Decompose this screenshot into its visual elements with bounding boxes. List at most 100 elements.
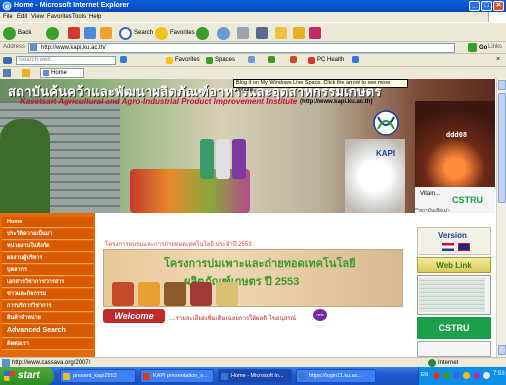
address-input[interactable]: http://www.kapi.ku.ac.th/ (28, 43, 455, 53)
minimize-button[interactable]: _ (469, 1, 480, 11)
back-button[interactable]: Back (3, 26, 31, 40)
taskbar-item-present[interactable]: present_kapi2553 (60, 369, 136, 383)
scrollbar-thumb[interactable] (498, 93, 506, 203)
live-onecare-button[interactable] (290, 56, 299, 63)
forward-button[interactable] (46, 26, 59, 40)
live-options-button[interactable] (352, 56, 361, 63)
gear-icon (352, 56, 359, 63)
toolbar-close-icon[interactable]: × (496, 56, 500, 63)
tray-app-icon[interactable] (473, 372, 480, 379)
thai-flag-icon[interactable] (442, 243, 454, 251)
tray-app-icon[interactable] (433, 372, 440, 379)
live-spaces-button[interactable]: Spaces (206, 56, 235, 65)
sidebar-item-publications[interactable]: เอกสารวิชาการ/วารสาร (2, 277, 93, 288)
tooltip: Blog it on My Windows Live Space. Click … (233, 79, 408, 93)
live-search-input[interactable]: Search web... (16, 56, 116, 65)
live-logo-icon (3, 57, 12, 64)
search-button[interactable]: Search (119, 26, 153, 40)
news-headline-link[interactable]: โครงการอบรมและการถ่ายทอดเทคโนโลยี ประจำป… (105, 239, 252, 249)
messenger-button[interactable] (293, 26, 305, 40)
sidebar-item-history[interactable]: ประวัติความเป็นมา (2, 229, 93, 240)
menu-view[interactable]: View (31, 13, 44, 21)
live-pchealth-button[interactable]: PC Health (308, 56, 344, 65)
system-tray: EN 7:53 (418, 367, 506, 385)
favorites-center-icon[interactable] (22, 69, 30, 77)
go-label: Go (479, 45, 488, 52)
page-icon (2, 359, 10, 367)
internet-zone-icon (428, 359, 436, 367)
promo-banner[interactable]: โครงการบ่มเพาะและถ่ายทอดเทคโนโลยี ผลิตภั… (103, 249, 403, 307)
sidebar-item-executives[interactable]: ผลงานผู้บริหาร (2, 253, 93, 264)
live-favorites-button[interactable]: Favorites (166, 56, 200, 65)
partner-link-banner[interactable] (417, 341, 491, 357)
star-icon (166, 57, 173, 64)
close-button[interactable]: ✕ (493, 1, 504, 11)
live-messenger-button[interactable] (268, 56, 277, 63)
folder-button[interactable] (275, 26, 287, 40)
standard-toolbar: Back Search Favorites (0, 22, 506, 42)
mail-button[interactable] (217, 26, 230, 40)
menu-tools[interactable]: Tools (72, 13, 86, 21)
menu-favorites[interactable]: Favorites (47, 13, 72, 21)
onecare-icon (290, 56, 297, 63)
tab-list-icon[interactable] (3, 69, 11, 77)
taskbar-item-ie-home[interactable]: Home - Microsoft In... (218, 369, 292, 383)
tray-app-icon[interactable] (463, 372, 470, 379)
refresh-button[interactable] (84, 26, 96, 40)
edit-button[interactable] (256, 26, 268, 40)
sidebar-item-staff[interactable]: บุคลากร (2, 265, 93, 276)
history-button[interactable] (196, 26, 209, 40)
language-version-box: Version (417, 227, 491, 255)
menu-help[interactable]: Help (89, 13, 101, 21)
tray-app-icon[interactable] (443, 372, 450, 379)
spaces-icon (206, 57, 213, 64)
live-toolbar: Search web... Favorites Spaces PC Health… (0, 54, 506, 67)
favorites-label: Favorites (170, 30, 195, 36)
research-button[interactable] (309, 26, 321, 40)
live-search-button[interactable] (120, 56, 129, 63)
jar-photo (190, 282, 212, 306)
sidebar-item-contact[interactable]: ติดต่อเรา (2, 339, 93, 350)
start-label: start (18, 370, 40, 381)
uk-flag-icon[interactable] (458, 243, 470, 251)
links-button[interactable]: Links (488, 44, 502, 50)
jar-photo (112, 282, 134, 306)
bottle-photo (232, 139, 246, 179)
folder-icon (63, 373, 70, 380)
welcome-link[interactable]: ....รายละเอียดเพิ่มเติมเฉลยการให้ผลดิ ไข… (169, 313, 296, 323)
sidebar-item-services[interactable]: การบริการวิชาการ (2, 301, 93, 312)
menu-file[interactable]: File (3, 13, 13, 21)
live-favorites-label: Favorites (175, 57, 200, 63)
taskbar-item-powerpoint[interactable]: KAPI presentation_v... (140, 369, 214, 383)
menu-edit[interactable]: Edit (17, 13, 27, 21)
maximize-button[interactable]: □ (481, 1, 492, 11)
vertical-scrollbar[interactable] (496, 79, 506, 357)
cstru-link-banner[interactable]: CSTRU (417, 317, 491, 339)
scroll-down-icon[interactable] (498, 345, 506, 355)
volume-icon[interactable] (483, 372, 490, 379)
start-button[interactable]: start (0, 367, 54, 385)
favorites-button[interactable]: Favorites (155, 26, 195, 40)
messenger-icon (293, 27, 305, 39)
internet-explorer-icon (299, 373, 306, 380)
language-indicator[interactable]: EN (421, 372, 428, 378)
stop-button[interactable] (68, 26, 80, 40)
scroll-up-icon[interactable] (498, 80, 506, 90)
sidebar-item-advanced-search[interactable]: Advanced Search (2, 325, 93, 338)
sidebar-item-news[interactable]: ข่าวและกิจกรรม (2, 289, 93, 300)
sidebar-item-products[interactable]: สินค้าจำหน่าย (2, 313, 93, 324)
sidebar-nav: Home ประวัติความเป็นมา หน่วยงานในสังกัด … (0, 213, 95, 357)
bottle-photo (216, 139, 230, 179)
tab-home[interactable]: Home (40, 68, 84, 78)
tray-app-icon[interactable] (453, 372, 460, 379)
go-button[interactable]: Go (468, 43, 487, 53)
print-button[interactable] (237, 26, 249, 40)
jar-photo (164, 282, 186, 306)
sidebar-item-departments[interactable]: หน่วยงานในสังกัด (2, 241, 93, 252)
page-icon (43, 70, 49, 76)
sidebar-item-home[interactable]: Home (2, 217, 93, 228)
live-mail-button[interactable] (248, 56, 257, 63)
windows-flag-icon (4, 371, 15, 381)
home-button[interactable] (100, 26, 112, 40)
taskbar-item-ie-login[interactable]: https://login11.ku.ac... (296, 369, 376, 383)
